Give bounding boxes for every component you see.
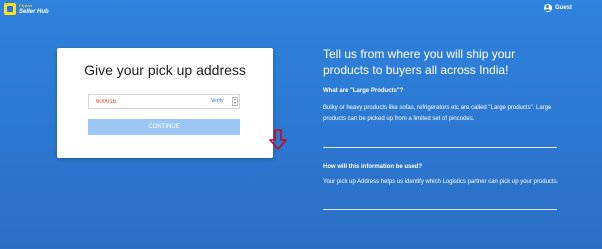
logo-product-text: Seller Hub xyxy=(19,9,49,15)
user-avatar-icon xyxy=(543,4,552,12)
top-bar: Flipkart Seller Hub Guest xyxy=(0,0,602,22)
stepper-down-icon[interactable]: ▼ xyxy=(234,101,237,105)
pincode-field: Verify ▲ ▼ xyxy=(88,94,240,109)
pincode-stepper[interactable]: ▲ ▼ xyxy=(232,97,238,106)
card-title: Give your pick up address xyxy=(84,62,246,78)
info-headline: Tell us from where you will ship your pr… xyxy=(323,47,516,77)
user-label: Guest xyxy=(554,5,572,11)
verify-link[interactable]: Verify xyxy=(211,98,224,104)
continue-button[interactable]: CONTINUE xyxy=(88,119,240,135)
pickup-address-card: Give your pick up address Verify ▲ ▼ CON… xyxy=(57,48,287,158)
divider xyxy=(323,147,557,148)
faq-answer-info-usage: Your pick up Address helps us identify w… xyxy=(323,179,559,185)
red-annotation-arrow-icon xyxy=(269,129,287,150)
info-panel: Tell us from where you will ship your pr… xyxy=(323,46,563,78)
user-menu[interactable]: Guest xyxy=(543,4,572,12)
pincode-input[interactable] xyxy=(89,95,207,108)
divider xyxy=(323,209,557,210)
faq-question-info-usage: How will this information be used? xyxy=(323,164,423,170)
seller-hub-logo[interactable]: Flipkart Seller Hub xyxy=(4,3,49,15)
faq-question-large-products: What are "Large Products"? xyxy=(323,88,404,94)
faq-answer-large-products: Bulky or heavy products like sofas, refr… xyxy=(323,105,552,122)
logo-text: Flipkart Seller Hub xyxy=(19,3,49,15)
flipkart-logo-icon xyxy=(4,3,16,15)
